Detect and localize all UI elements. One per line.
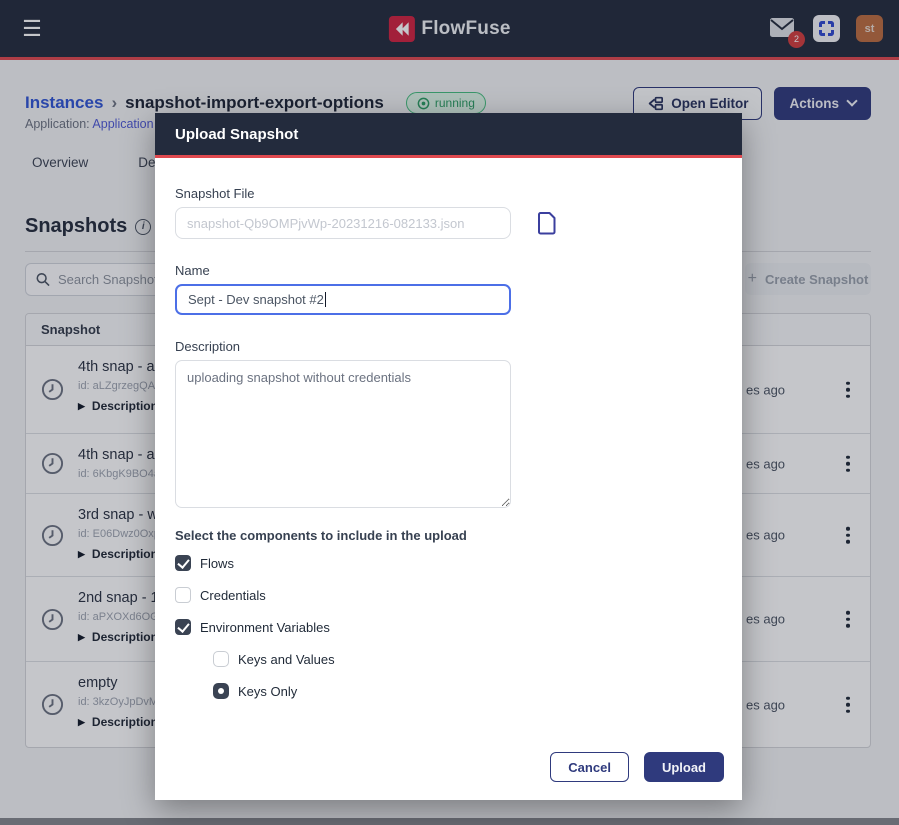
cancel-button[interactable]: Cancel (550, 752, 629, 782)
checkbox-environment-variables[interactable]: Environment Variables (175, 619, 722, 635)
dialog-title: Upload Snapshot (175, 126, 298, 143)
dialog-body: Snapshot File snapshot-Qb9OMPjvWp-202312… (155, 158, 742, 800)
components-label: Select the components to include in the … (175, 528, 722, 543)
page: ☰ FlowFuse 2 st Instances › snapshot-imp… (0, 0, 899, 825)
checkbox-checked-icon[interactable] (175, 619, 191, 635)
checkbox-unchecked-icon[interactable] (175, 587, 191, 603)
document-icon[interactable] (537, 211, 558, 235)
radio-keys-only[interactable]: Keys Only (213, 683, 722, 699)
name-value: Sept - Dev snapshot #2 (188, 292, 324, 307)
name-field-label: Name (175, 263, 722, 278)
name-input[interactable]: Sept - Dev snapshot #2 (175, 284, 511, 315)
dialog-footer: Cancel Upload (155, 752, 742, 782)
checkbox-flows[interactable]: Flows (175, 555, 722, 571)
text-cursor (325, 292, 326, 307)
upload-button[interactable]: Upload (644, 752, 724, 782)
checkbox-credentials[interactable]: Credentials (175, 587, 722, 603)
snapshot-file-input[interactable]: snapshot-Qb9OMPjvWp-20231216-082133.json (175, 207, 511, 239)
dialog-header: Upload Snapshot (155, 113, 742, 158)
radio-checked-icon[interactable] (213, 683, 229, 699)
checkbox-checked-icon[interactable] (175, 555, 191, 571)
file-field-label: Snapshot File (175, 186, 722, 201)
radio-unchecked-icon[interactable] (213, 651, 229, 667)
radio-keys-and-values[interactable]: Keys and Values (213, 651, 722, 667)
description-textarea[interactable]: uploading snapshot without credentials (175, 360, 511, 508)
description-field-label: Description (175, 339, 722, 354)
file-placeholder: snapshot-Qb9OMPjvWp-20231216-082133.json (187, 216, 465, 231)
upload-snapshot-dialog: Upload Snapshot Snapshot File snapshot-Q… (155, 113, 742, 800)
